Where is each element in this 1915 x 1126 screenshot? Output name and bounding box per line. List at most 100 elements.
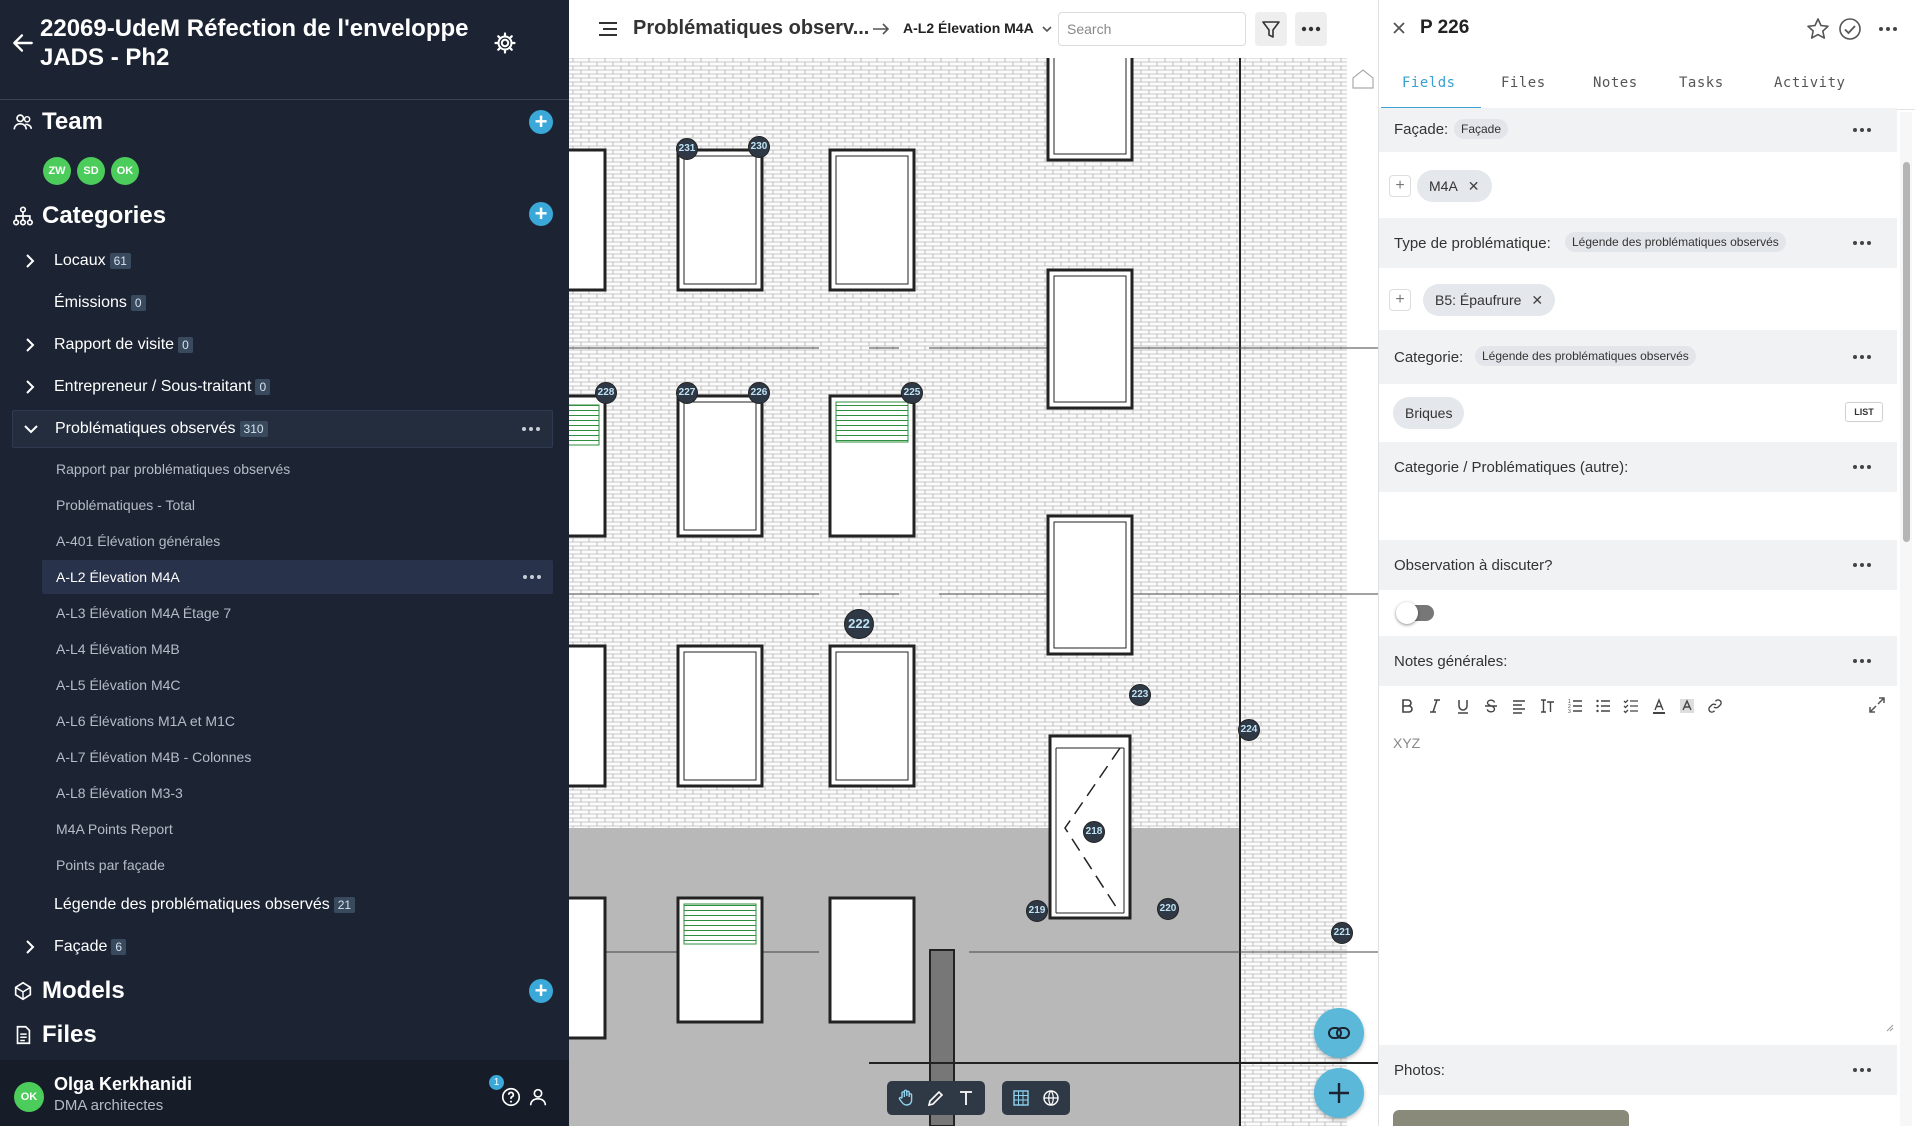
more-dots-icon[interactable] [521,567,543,587]
issue-pin[interactable]: 225 [901,382,923,404]
highlight-button[interactable] [1673,695,1701,717]
chevron-right-icon[interactable] [20,377,40,397]
sub-item[interactable]: Points par façade [42,848,553,882]
user-icon[interactable] [527,1086,549,1108]
more-options-button[interactable] [1295,12,1327,46]
more-dots-icon[interactable] [1849,650,1875,672]
issue-pin[interactable]: 231 [676,138,698,160]
text-tool-button[interactable] [951,1084,981,1112]
bullet-list-button[interactable] [1589,695,1617,717]
close-icon[interactable] [1389,18,1409,38]
sub-item[interactable]: A-L3 Élévation M4A Étage 7 [42,596,553,630]
globe-layer-button[interactable] [1036,1084,1066,1112]
avatar[interactable]: OK [14,1082,44,1112]
sub-item[interactable]: A-L5 Élévation M4C [42,668,553,702]
hand-tool-button[interactable] [891,1084,921,1112]
reference-badge[interactable]: Façade [1454,119,1509,139]
chevron-right-icon[interactable] [20,251,40,271]
sub-item[interactable]: A-401 Élévation générales [42,524,553,558]
category-item[interactable]: Légende des problématiques observés 21 [12,886,553,924]
bold-button[interactable] [1393,695,1421,717]
issue-pin[interactable]: 230 [748,136,770,158]
star-icon[interactable] [1805,16,1831,42]
chevron-right-icon[interactable] [20,937,40,957]
tab-tasks[interactable]: Tasks [1679,75,1724,91]
link-button[interactable] [1701,695,1729,717]
remove-icon[interactable]: ✕ [1468,178,1480,194]
strikethrough-button[interactable] [1477,695,1505,717]
underline-button[interactable] [1449,695,1477,717]
add-value-button[interactable]: + [1389,175,1411,197]
scrollbar[interactable] [1900,112,1912,1126]
sub-item[interactable]: Rapport par problématiques observés [42,452,553,486]
files-section[interactable]: Files [12,1019,97,1051]
sub-item[interactable]: A-L8 Élévation M3-3 [42,776,553,810]
more-dots-icon[interactable] [520,419,542,439]
reference-badge[interactable]: Légende des problématiques observés [1565,232,1786,252]
avatar[interactable]: SD [77,157,105,185]
value-chip[interactable]: M4A ✕ [1417,170,1492,202]
add-value-button[interactable]: + [1389,289,1411,311]
more-dots-icon[interactable] [1849,1059,1875,1081]
sub-item[interactable]: M4A Points Report [42,812,553,846]
value-chip[interactable]: B5: Épaufrure ✕ [1423,284,1556,316]
elevation-drawing[interactable] [569,58,1378,1126]
gear-icon[interactable] [493,31,517,55]
issue-pin-selected[interactable]: 222 [844,609,874,639]
ordered-list-button[interactable]: 123 [1561,695,1589,717]
layers-button[interactable] [1006,1084,1036,1112]
avatar[interactable]: ZW [43,157,71,185]
models-section[interactable]: Models [12,975,125,1007]
list-button[interactable]: LIST [1845,402,1883,422]
sheet-select[interactable]: A-L2 Élevation M4A [903,20,1034,36]
chevron-down-icon[interactable] [1040,22,1054,36]
check-circle-icon[interactable] [1837,16,1863,42]
reference-badge[interactable]: Légende des problématiques observés [1475,346,1696,366]
value-chip[interactable]: Briques [1393,397,1465,429]
more-dots-icon[interactable] [1849,456,1875,478]
more-dots-icon[interactable] [1876,18,1900,40]
category-item[interactable]: Entrepreneur / Sous-traitant 0 [12,368,553,406]
checklist-button[interactable] [1617,695,1645,717]
sub-item[interactable]: A-L7 Élévation M4B - Colonnes [42,740,553,774]
align-button[interactable] [1505,695,1533,717]
issue-pin[interactable]: 221 [1331,922,1353,944]
category-item-expanded[interactable]: Problématiques observés 310 [12,410,553,448]
notes-editor[interactable]: XYZ [1393,735,1420,751]
category-item[interactable]: Rapport de visite 0 [12,326,553,364]
more-dots-icon[interactable] [1849,232,1875,254]
text-size-button[interactable] [1533,695,1561,717]
observation-toggle[interactable] [1396,602,1434,624]
sub-item-active[interactable]: A-L2 Élevation M4A [42,560,553,594]
add-pin-button[interactable] [1314,1068,1364,1118]
photo-thumbnail[interactable] [1393,1110,1629,1126]
category-item[interactable]: Émissions 0 [12,284,553,322]
issue-pin[interactable]: 228 [595,382,617,404]
issue-pin[interactable]: 220 [1157,898,1179,920]
field-body-categorie-autre[interactable] [1379,492,1897,540]
tab-fields[interactable]: Fields [1402,75,1456,91]
add-category-button[interactable]: + [529,202,553,226]
more-dots-icon[interactable] [1849,346,1875,368]
italic-button[interactable] [1421,695,1449,717]
sub-item[interactable]: Problématiques - Total [42,488,553,522]
add-team-member-button[interactable]: + [529,110,553,134]
chevron-down-icon[interactable] [21,419,41,439]
sub-item[interactable]: A-L4 Élévation M4B [42,632,553,666]
link-button[interactable] [1314,1008,1364,1058]
avatar[interactable]: OK [111,157,139,185]
issue-pin[interactable]: 219 [1026,900,1048,922]
tab-files[interactable]: Files [1501,75,1546,91]
tab-activity[interactable]: Activity [1774,75,1845,91]
issue-pin[interactable]: 226 [748,382,770,404]
remove-icon[interactable]: ✕ [1531,292,1543,308]
resize-handle-icon[interactable] [1884,1022,1894,1032]
text-color-button[interactable] [1645,695,1673,717]
issue-pin[interactable]: 218 [1083,821,1105,843]
back-arrow-icon[interactable] [10,30,36,56]
issue-pin[interactable]: 227 [676,382,698,404]
issue-pin[interactable]: 224 [1238,719,1260,741]
sub-item[interactable]: A-L6 Élévations M1A et M1C [42,704,553,738]
menu-icon[interactable] [597,19,619,39]
category-item[interactable]: Locaux 61 [12,242,553,280]
